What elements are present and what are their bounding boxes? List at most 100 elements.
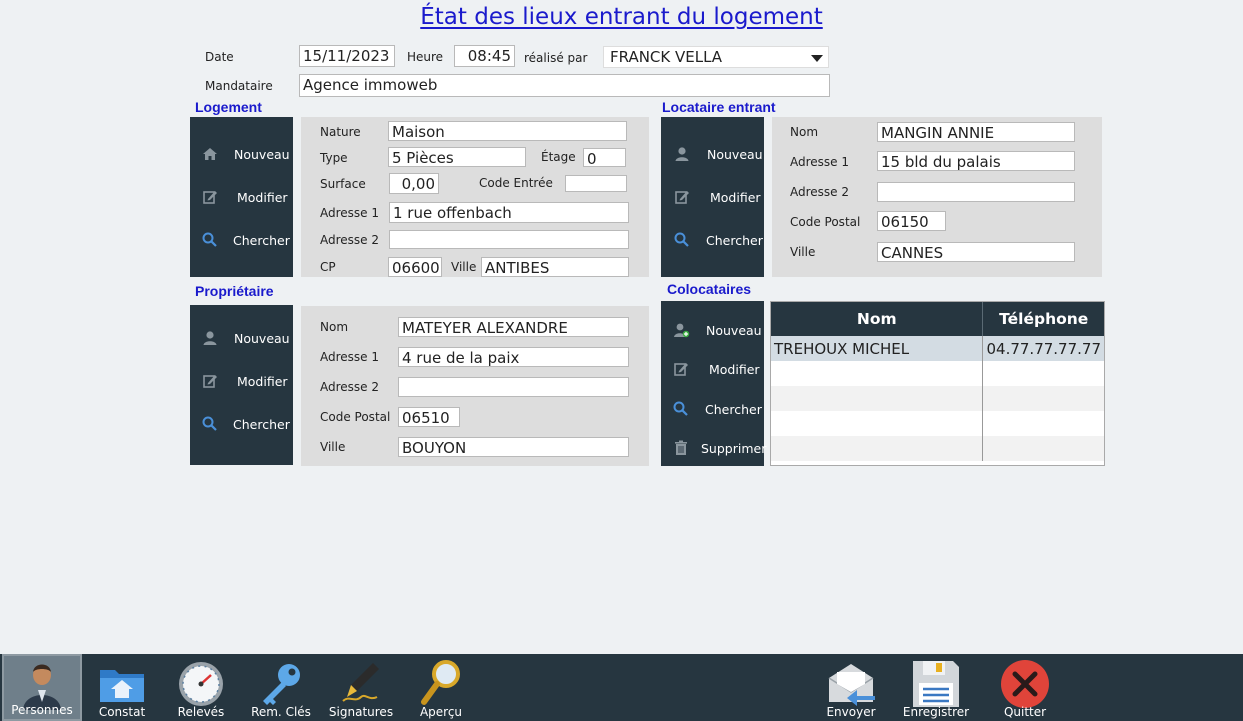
loc-nom-label: Nom — [790, 125, 819, 139]
table-row[interactable] — [771, 436, 1104, 461]
ville-field[interactable]: ANTIBES — [481, 257, 629, 277]
edit-icon — [203, 375, 217, 388]
add-user-icon — [674, 323, 690, 338]
loc-ville-label: Ville — [790, 245, 816, 259]
edit-icon — [203, 191, 217, 204]
coloc-edit-button[interactable]: Modifier — [661, 354, 764, 384]
colocataires-toolbar: Nouveau Modifier Chercher Supprimer — [661, 301, 766, 466]
proprietaire-edit-button[interactable]: Modifier — [190, 366, 293, 396]
search-icon — [202, 232, 217, 247]
loc-ville-field[interactable]: CANNES — [877, 242, 1075, 262]
prop-nom-field[interactable]: MATEYER ALEXANDRE — [398, 317, 629, 337]
cp-label: CP — [320, 260, 336, 274]
locataire-toolbar: Nouveau Modifier Chercher — [661, 117, 764, 277]
person-icon — [675, 147, 689, 161]
table-row[interactable] — [771, 411, 1104, 436]
etage-field[interactable]: 0 — [583, 148, 626, 167]
key-icon — [263, 664, 300, 705]
trash-icon — [675, 440, 687, 455]
row-telephone: 04.77.77.77.77 — [982, 336, 1104, 361]
prop-adresse1-field[interactable]: 4 rue de la paix — [398, 347, 629, 367]
prop-ville-field[interactable]: BOUYON — [398, 437, 629, 457]
edit-icon — [674, 363, 688, 376]
adresse2-field[interactable] — [389, 230, 629, 249]
edit-icon — [675, 191, 689, 204]
logement-section-title: Logement — [195, 99, 262, 115]
prop-nom-label: Nom — [320, 320, 349, 334]
type-label: Type — [320, 151, 348, 165]
heure-field[interactable]: 08:45 — [454, 45, 515, 67]
etage-label: Étage — [541, 150, 576, 164]
ville-label: Ville — [451, 260, 477, 274]
realise-par-value: FRANCK VELLA — [610, 48, 723, 66]
code-entree-field[interactable] — [565, 175, 627, 192]
prop-ville-label: Ville — [320, 440, 346, 454]
nav-personnes[interactable]: Personnes — [2, 654, 82, 721]
search-icon — [673, 401, 688, 416]
loc-adresse1-field[interactable]: 15 bld du palais — [877, 151, 1075, 171]
cp-field[interactable]: 06600 — [388, 257, 442, 277]
adresse1-field[interactable]: 1 rue offenbach — [389, 202, 629, 223]
adresse2-label: Adresse 2 — [320, 233, 380, 247]
loc-nom-field[interactable]: MANGIN ANNIE — [877, 122, 1075, 142]
nav-releves[interactable]: Relevés — [161, 654, 241, 721]
proprietaire-section-title: Propriétaire — [195, 283, 274, 299]
type-field[interactable]: 5 Pièces — [388, 147, 526, 167]
folder-home-icon — [100, 670, 144, 702]
person-icon — [203, 331, 217, 345]
locataire-section-title: Locataire entrant — [662, 99, 776, 115]
logement-edit-button[interactable]: Modifier — [190, 182, 293, 212]
adresse1-label: Adresse 1 — [320, 206, 380, 220]
surface-label: Surface — [320, 177, 366, 191]
search-icon — [202, 416, 217, 431]
gauge-icon — [179, 662, 223, 706]
realise-par-select[interactable]: FRANCK VELLA — [603, 46, 829, 68]
nature-label: Nature — [320, 125, 361, 139]
locataire-edit-button[interactable]: Modifier — [661, 182, 764, 212]
nav-constat[interactable]: Constat — [82, 654, 162, 721]
nav-envoyer[interactable]: Envoyer — [811, 654, 891, 721]
prop-adresse2-field[interactable] — [398, 377, 629, 397]
mail-send-icon — [828, 664, 875, 706]
coloc-delete-button[interactable]: Supprimer — [661, 433, 766, 463]
nav-apercu[interactable]: Aperçu — [401, 654, 481, 721]
logement-search-button[interactable]: Chercher — [190, 225, 293, 255]
floppy-icon — [913, 661, 959, 707]
prop-cp-label: Code Postal — [320, 410, 391, 424]
locataire-new-button[interactable]: Nouveau — [661, 139, 764, 169]
nature-field[interactable]: Maison — [388, 121, 627, 141]
colocataires-section-title: Colocataires — [667, 281, 752, 297]
proprietaire-new-button[interactable]: Nouveau — [190, 323, 293, 353]
mandataire-field[interactable]: Agence immoweb — [299, 74, 830, 97]
table-row[interactable] — [771, 386, 1104, 411]
heure-label: Heure — [407, 50, 444, 64]
surface-field[interactable]: 0,00 — [389, 173, 439, 194]
search-icon — [674, 232, 689, 247]
pen-icon — [342, 663, 379, 702]
logement-panel — [301, 117, 649, 277]
loc-adresse2-field[interactable] — [877, 182, 1075, 202]
logement-new-button[interactable]: Nouveau — [190, 139, 293, 169]
proprietaire-search-button[interactable]: Chercher — [190, 409, 293, 439]
date-field[interactable]: 15/11/2023 — [299, 45, 395, 67]
coloc-new-button[interactable]: Nouveau — [661, 315, 764, 345]
prop-cp-field[interactable]: 06510 — [398, 407, 460, 427]
table-row[interactable]: TREHOUX MICHEL 04.77.77.77.77 — [771, 336, 1104, 361]
table-row[interactable] — [771, 361, 1104, 386]
nav-rem-cles[interactable]: Rem. Clés — [241, 654, 321, 721]
prop-adresse2-label: Adresse 2 — [320, 380, 380, 394]
col-header-nom[interactable]: Nom — [771, 302, 984, 336]
loc-cp-label: Code Postal — [790, 215, 861, 229]
nav-quitter[interactable]: Quitter — [985, 654, 1065, 721]
code-entree-label: Code Entrée — [479, 176, 553, 190]
mandataire-label: Mandataire — [205, 79, 273, 93]
nav-signatures[interactable]: Signatures — [321, 654, 401, 721]
loc-adresse2-label: Adresse 2 — [790, 185, 850, 199]
coloc-search-button[interactable]: Chercher — [661, 394, 764, 424]
col-header-telephone[interactable]: Téléphone — [983, 302, 1104, 336]
nav-enregistrer[interactable]: Enregistrer — [896, 654, 976, 721]
locataire-search-button[interactable]: Chercher — [661, 225, 764, 255]
page-title: État des lieux entrant du logement — [420, 4, 823, 30]
loc-cp-field[interactable]: 06150 — [877, 211, 946, 231]
colocataires-table: Nom Téléphone TREHOUX MICHEL 04.77.77.77… — [770, 301, 1105, 466]
